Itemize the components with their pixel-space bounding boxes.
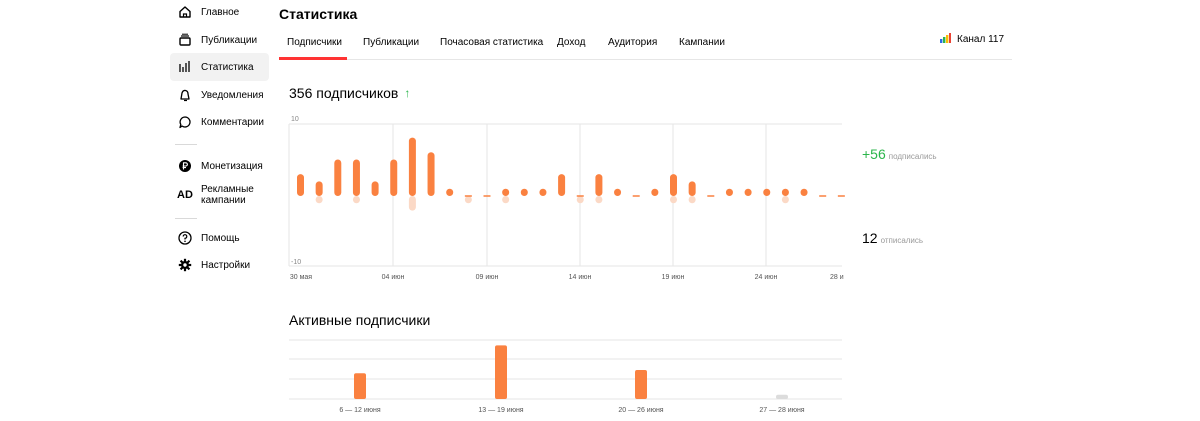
subscribe-bar: [464, 195, 472, 197]
unsubscribe-bar: [408, 196, 416, 211]
subscribe-bar: [781, 188, 789, 196]
subscribe-bar: [595, 174, 603, 196]
active-subscribers-heading: Активные подписчики: [289, 312, 431, 328]
x-tick-label: 14 июн: [569, 274, 592, 281]
subscribe-bar: [725, 188, 733, 196]
subscribe-bar: [707, 195, 715, 197]
subscribe-bar: [763, 188, 771, 196]
unsubscribe-bar: [781, 196, 789, 204]
x-tick-label: 04 июн: [382, 274, 405, 281]
x-tick-label: 28 и: [830, 274, 844, 281]
subscribe-bar: [390, 159, 398, 196]
x-tick-label: 30 мая: [290, 274, 312, 281]
subscribe-bar: [483, 195, 491, 197]
subscribe-bar: [427, 152, 435, 196]
subscribe-bar: [800, 188, 808, 196]
subscribe-bar: [614, 188, 622, 196]
subscribed-value: +56: [862, 146, 886, 162]
x-tick-label: 19 июн: [662, 274, 685, 281]
unsubscribe-bar: [670, 196, 677, 204]
subscribe-bar: [744, 188, 752, 196]
subscribe-bar: [446, 188, 454, 196]
unsubscribe-bar: [688, 196, 696, 204]
subscribe-bar: [688, 181, 696, 196]
subscribe-bar: [837, 195, 845, 197]
subscribe-bar: [670, 174, 677, 196]
y-tick-label: 10: [291, 116, 299, 123]
subscribe-bar: [315, 181, 323, 196]
subscribe-bar: [819, 195, 827, 197]
subscribe-bar: [558, 174, 566, 196]
subscribers-chart: 30 мая 04 июн 09 июн 14 июн 19 июн 24 июн 28 и…: [288, 116, 845, 281]
unsubscribe-bar: [464, 196, 472, 204]
y-tick-label: -10: [291, 259, 301, 266]
unsubscribe-bar: [502, 196, 510, 204]
subscribe-bar: [352, 159, 360, 196]
subscribe-bar: [576, 195, 584, 197]
unsubscribe-bar: [595, 196, 603, 204]
subscribe-bar: [539, 188, 547, 196]
x-tick-label: 09 июн: [476, 274, 499, 281]
x-tick-label: 24 июн: [755, 274, 778, 281]
subscribed-label: подписались: [888, 152, 937, 161]
subscribe-bar: [334, 159, 342, 196]
subscribe-bar: [297, 174, 304, 196]
unsubscribed-stat: 12 отписались: [862, 230, 923, 246]
unsubscribed-value: 12: [862, 230, 878, 246]
subscribe-bar: [651, 188, 659, 196]
subscribe-bar: [632, 195, 640, 197]
subscribe-bar: [371, 181, 379, 196]
unsubscribe-bar: [315, 196, 323, 204]
unsubscribe-bar: [576, 196, 584, 204]
subscribe-bar: [502, 188, 510, 196]
subscribe-bar: [520, 188, 528, 196]
unsubscribe-bar: [352, 196, 360, 204]
unsubscribed-label: отписались: [880, 236, 924, 245]
subscribed-stat: +56 подписались: [862, 146, 937, 162]
subscribe-bar: [408, 137, 416, 196]
